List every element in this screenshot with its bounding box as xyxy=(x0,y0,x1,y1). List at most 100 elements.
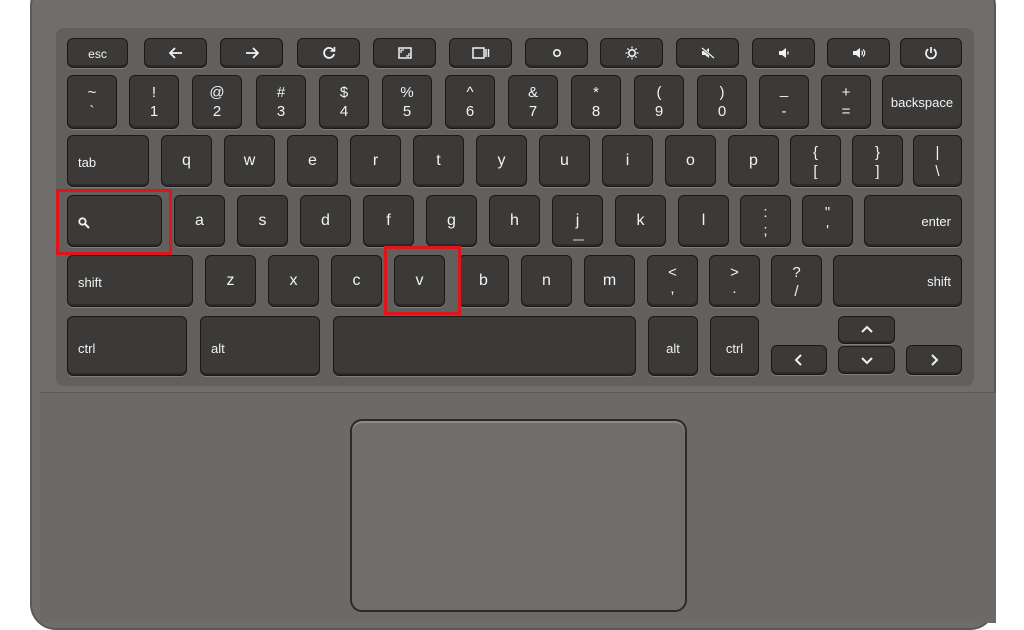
key-shift-right[interactable]: shift xyxy=(833,255,962,307)
key-ctrl-left[interactable]: ctrl xyxy=(67,316,187,376)
key-a[interactable]: a xyxy=(174,195,225,247)
key-char: - xyxy=(781,103,787,120)
arrow-down-icon xyxy=(839,347,894,373)
key-3[interactable]: # 3 xyxy=(256,75,306,129)
key-char: ; xyxy=(763,222,768,239)
key-z[interactable]: z xyxy=(205,255,256,307)
key-char: p xyxy=(749,152,758,169)
key-comma[interactable]: < , xyxy=(647,255,698,307)
key-q[interactable]: q xyxy=(161,135,212,187)
key-overview[interactable] xyxy=(449,38,512,68)
arrow-up-icon xyxy=(839,317,894,343)
power-icon xyxy=(901,39,961,67)
key-5[interactable]: % 5 xyxy=(382,75,432,129)
key-l[interactable]: l xyxy=(678,195,729,247)
key-char: , xyxy=(670,280,675,297)
key-t[interactable]: t xyxy=(413,135,464,187)
key-c[interactable]: c xyxy=(331,255,382,307)
key-backslash[interactable]: | \ xyxy=(913,135,962,187)
key-r[interactable]: r xyxy=(350,135,401,187)
key-char: c xyxy=(352,272,361,289)
key-arrow-left[interactable] xyxy=(771,345,827,375)
key-slash[interactable]: ? / xyxy=(771,255,822,307)
key-forward[interactable] xyxy=(220,38,283,68)
key-brightness-up[interactable] xyxy=(600,38,663,68)
key-f[interactable]: f xyxy=(363,195,414,247)
key-equals[interactable]: + = xyxy=(821,75,871,129)
mute-icon xyxy=(677,39,738,67)
key-mute[interactable] xyxy=(676,38,739,68)
key-m[interactable]: m xyxy=(584,255,635,307)
key-shift-char: : xyxy=(763,204,768,221)
key-e[interactable]: e xyxy=(287,135,338,187)
key-x[interactable]: x xyxy=(268,255,319,307)
key-esc[interactable]: esc xyxy=(67,38,128,68)
key-arrow-up[interactable] xyxy=(838,316,895,344)
key-back[interactable] xyxy=(144,38,207,68)
key-b[interactable]: b xyxy=(458,255,509,307)
key-brightness-down[interactable] xyxy=(525,38,588,68)
key-shift-left[interactable]: shift xyxy=(67,255,193,307)
key-char: 5 xyxy=(402,103,412,120)
key-ctrl-right[interactable]: ctrl xyxy=(710,316,759,376)
key-power[interactable] xyxy=(900,38,962,68)
key-y[interactable]: y xyxy=(476,135,527,187)
key-char: s xyxy=(258,212,267,229)
key-minus[interactable]: _ - xyxy=(759,75,809,129)
key-space[interactable] xyxy=(333,316,636,376)
key-j[interactable]: j xyxy=(552,195,603,247)
brightness-up-icon xyxy=(601,39,662,67)
key-2[interactable]: @ 2 xyxy=(192,75,242,129)
search-key-highlight xyxy=(56,189,172,255)
key-backspace[interactable]: backspace xyxy=(882,75,962,129)
key-backtick[interactable]: ~ ` xyxy=(67,75,117,129)
key-p[interactable]: p xyxy=(728,135,779,187)
key-4[interactable]: $ 4 xyxy=(319,75,369,129)
key-k[interactable]: k xyxy=(615,195,666,247)
key-arrow-down[interactable] xyxy=(838,346,895,374)
key-1[interactable]: ! 1 xyxy=(129,75,179,129)
key-alt-left[interactable]: alt xyxy=(200,316,320,376)
key-w[interactable]: w xyxy=(224,135,275,187)
key-char: 6 xyxy=(465,103,475,120)
v-key-highlight xyxy=(384,246,461,315)
key-h[interactable]: h xyxy=(489,195,540,247)
key-right-bracket[interactable]: } ] xyxy=(852,135,903,187)
key-volume-up[interactable] xyxy=(827,38,890,68)
key-u[interactable]: u xyxy=(539,135,590,187)
key-shift-char: { xyxy=(812,144,818,161)
key-backspace-label: backspace xyxy=(890,95,954,110)
key-char: k xyxy=(636,212,645,229)
key-refresh[interactable] xyxy=(297,38,360,68)
key-g[interactable]: g xyxy=(426,195,477,247)
key-7[interactable]: & 7 xyxy=(508,75,558,129)
key-s[interactable]: s xyxy=(237,195,288,247)
key-char: . xyxy=(732,280,737,297)
forward-arrow-icon xyxy=(221,39,282,67)
key-arrow-right[interactable] xyxy=(906,345,962,375)
key-tab[interactable]: tab xyxy=(67,135,149,187)
arrow-left-icon xyxy=(772,346,826,374)
key-d[interactable]: d xyxy=(300,195,351,247)
key-period[interactable]: > . xyxy=(709,255,760,307)
key-n[interactable]: n xyxy=(521,255,572,307)
key-semicolon[interactable]: : ; xyxy=(740,195,791,247)
touchpad[interactable] xyxy=(350,419,687,612)
key-volume-down[interactable] xyxy=(752,38,815,68)
key-left-bracket[interactable]: { [ xyxy=(790,135,841,187)
key-char: [ xyxy=(813,163,818,180)
key-9[interactable]: ( 9 xyxy=(634,75,684,129)
key-shift-char: * xyxy=(593,84,599,101)
brightness-down-icon xyxy=(526,39,587,67)
key-8[interactable]: * 8 xyxy=(571,75,621,129)
key-6[interactable]: ^ 6 xyxy=(445,75,495,129)
key-char: ] xyxy=(875,163,880,180)
key-0[interactable]: ) 0 xyxy=(697,75,747,129)
key-fullscreen[interactable] xyxy=(373,38,436,68)
key-o[interactable]: o xyxy=(665,135,716,187)
key-alt-right[interactable]: alt xyxy=(648,316,698,376)
key-quote[interactable]: " ' xyxy=(802,195,853,247)
key-i[interactable]: i xyxy=(602,135,653,187)
key-shift-char: ( xyxy=(656,84,662,101)
key-enter[interactable]: enter xyxy=(864,195,962,247)
